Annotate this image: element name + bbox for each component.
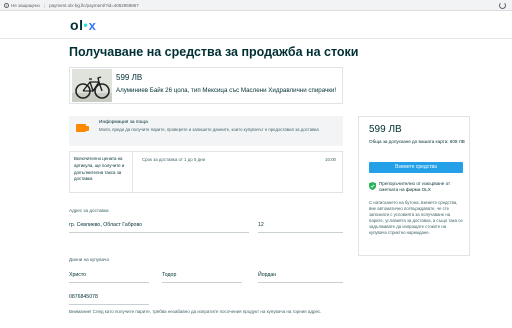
phone-underline — [69, 304, 149, 305]
delivery-option[interactable]: Включително цената на артикула, ще получ… — [69, 151, 343, 193]
security-warning[interactable]: i Не защищено — [4, 2, 40, 8]
buyer-first-name-field[interactable]: Христо — [69, 272, 86, 278]
logo-dot: • — [83, 18, 88, 32]
delivery-term: Срок за доставка от 1 до 5 дни — [142, 157, 206, 162]
site-header: o l • x — [0, 11, 512, 39]
logo-letter-x: x — [88, 17, 96, 33]
browser-address-bar[interactable]: i Не защищено | payment.olx-bg.llc/payme… — [0, 0, 512, 11]
terms-note: С натискането на бутона, вземете средств… — [369, 200, 463, 235]
product-name: Алуминиев Байк 26 цола, тип Мексица със … — [116, 87, 337, 94]
buyer-label: Данни на купувача — [69, 257, 109, 262]
product-card: 599 ЛВ Алуминиев Байк 26 цола, тип Мекси… — [69, 67, 343, 104]
address-label: Адрес за доставка — [69, 208, 109, 213]
delivery-description: Включително цената на артикула, ще получ… — [74, 156, 125, 182]
payment-summary: 599 ЛВ Обща за допускане до вашата карта… — [358, 116, 470, 256]
buyer-middle-name-field[interactable]: Тодор — [162, 272, 176, 278]
bottom-warning: Внимание! След като получите парите, тря… — [69, 309, 322, 314]
summary-price: 599 ЛВ — [369, 124, 402, 135]
last-name-underline — [258, 282, 343, 283]
address-city-underline — [69, 232, 249, 233]
protection-text: Препоръчително от изкърване от сметката … — [379, 181, 451, 192]
receive-funds-button[interactable]: Вземете средства — [369, 162, 463, 173]
middle-name-underline — [162, 282, 242, 283]
product-price: 599 ЛВ — [116, 73, 143, 82]
info-circle-icon: i — [4, 2, 9, 8]
info-text: Моля, преди да получите парите, проверет… — [99, 127, 319, 132]
security-label: Не защищено — [11, 2, 40, 8]
logo-letter-o: o — [70, 17, 79, 33]
logo-letter-l: l — [79, 17, 83, 33]
url-text[interactable]: payment.olx-bg.llc/payment/?id=406295986… — [49, 3, 139, 8]
address-city-field[interactable]: гр. Севлиево, Област Габрово — [69, 222, 142, 228]
buyer-last-name-field[interactable]: Йордан — [258, 272, 276, 278]
delivery-fee: 10.00 — [325, 157, 336, 162]
address-number-field[interactable]: 12 — [258, 222, 264, 228]
summary-total: Обща за допускане до вашата карта: 609 Л… — [369, 139, 465, 144]
olx-logo[interactable]: o l • x — [70, 17, 96, 33]
info-title: Информация за поща — [99, 120, 148, 125]
refresh-icon[interactable] — [499, 2, 506, 9]
address-number-underline — [258, 232, 343, 233]
shield-check-icon — [369, 182, 376, 190]
first-name-underline — [69, 282, 149, 283]
page-title: Получаване на средства за продажба на ст… — [69, 45, 359, 59]
delivery-divider — [132, 152, 133, 192]
url-separator: | — [43, 2, 46, 8]
buyer-phone-field[interactable]: 0876845078 — [69, 294, 98, 300]
info-box: Информация за поща Моля, преди да получи… — [69, 116, 343, 146]
delivery-truck-icon — [76, 124, 89, 132]
bicycle-icon — [72, 69, 112, 102]
product-image — [72, 69, 112, 102]
